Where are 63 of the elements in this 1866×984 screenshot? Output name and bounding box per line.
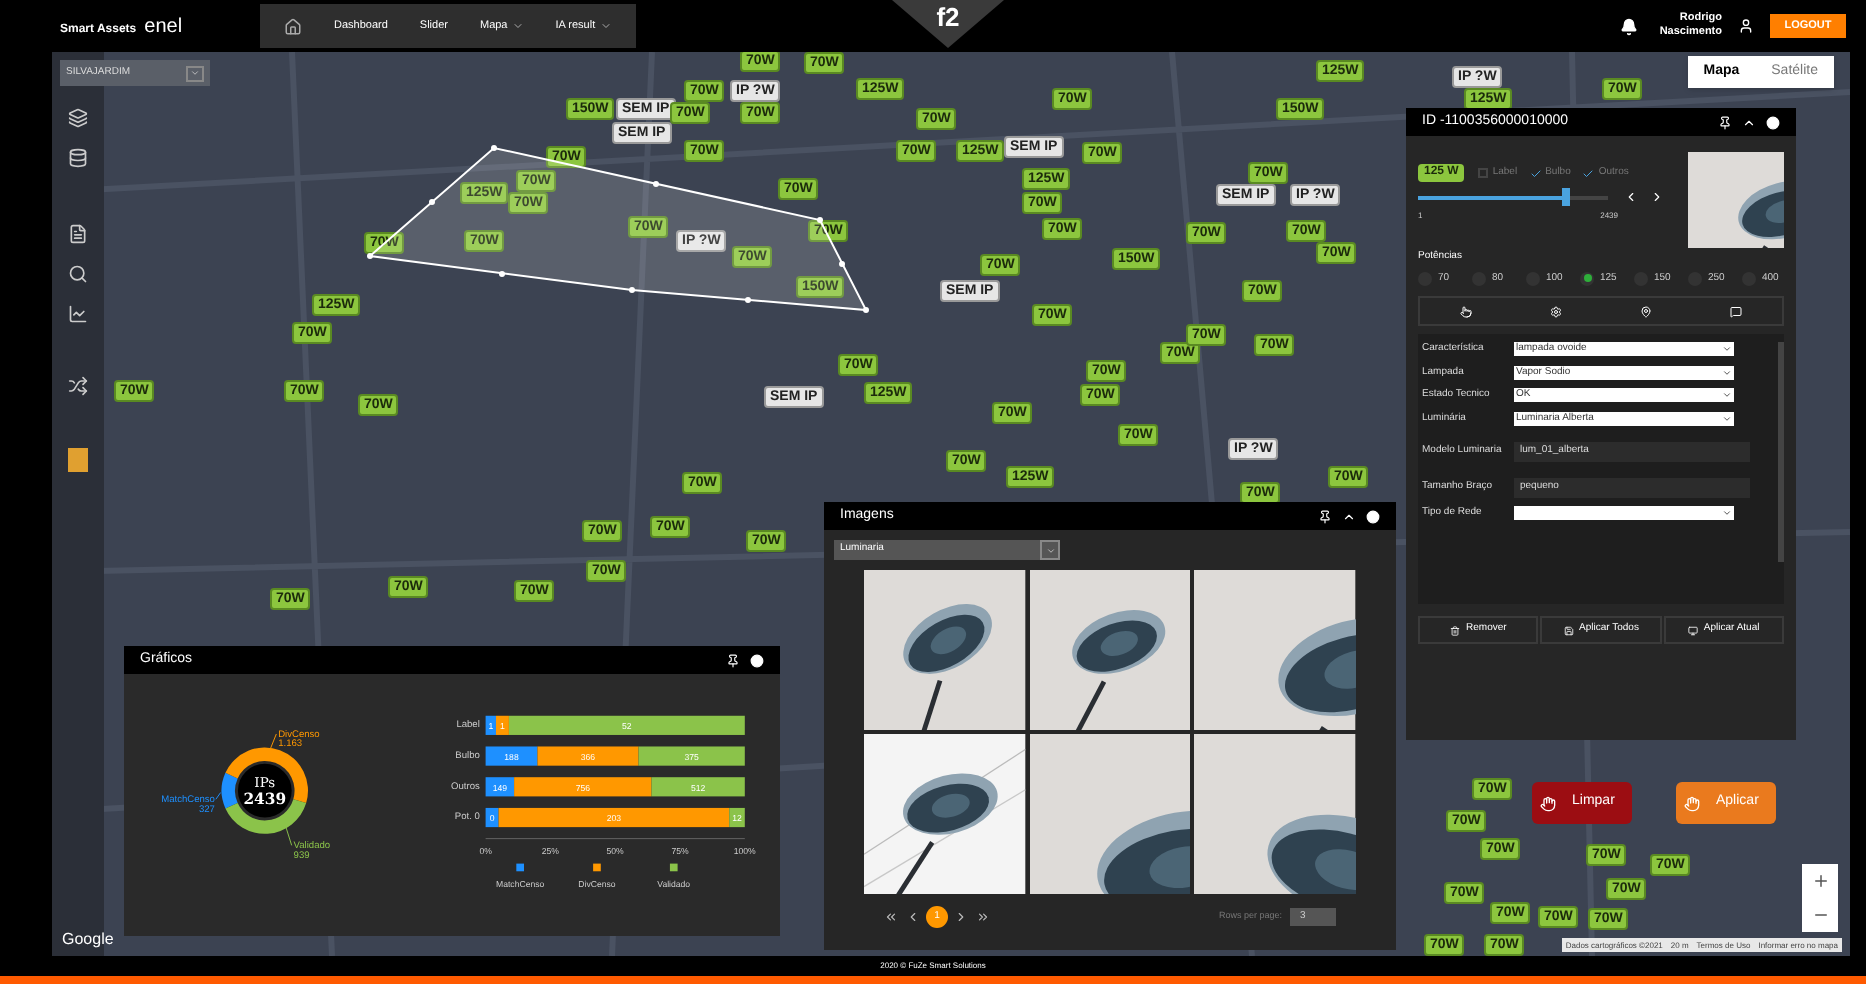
lamp-thumbnail-icon[interactable] bbox=[68, 448, 88, 472]
leader-line bbox=[270, 732, 277, 748]
caret-icon bbox=[1722, 344, 1732, 355]
layers-icon[interactable] bbox=[68, 108, 88, 128]
check-icon bbox=[1529, 167, 1542, 179]
location-pin-icon[interactable] bbox=[1640, 305, 1653, 317]
notification-icon[interactable] bbox=[1620, 17, 1638, 35]
pointer-icon[interactable] bbox=[1459, 305, 1472, 317]
caret-icon bbox=[1722, 508, 1732, 519]
previous-page-icon[interactable] bbox=[906, 910, 920, 924]
google-logo: Google bbox=[62, 928, 114, 952]
collapse-icon[interactable] bbox=[1342, 509, 1356, 523]
caret-icon bbox=[190, 68, 200, 78]
checkbox[interactable] bbox=[1582, 167, 1595, 179]
button-icon bbox=[1563, 625, 1574, 635]
donut-center bbox=[237, 762, 292, 817]
last-page-icon[interactable] bbox=[976, 910, 990, 924]
collapse-icon[interactable] bbox=[1742, 115, 1756, 129]
user-icon[interactable] bbox=[1738, 18, 1754, 34]
pin-icon[interactable] bbox=[1318, 509, 1332, 523]
next-page-icon[interactable] bbox=[954, 910, 968, 924]
legend-swatch bbox=[593, 862, 601, 871]
caret-icon bbox=[1045, 545, 1055, 555]
hand-icon bbox=[1540, 795, 1556, 811]
plus-icon bbox=[1811, 872, 1829, 890]
dropdown-toggle[interactable] bbox=[186, 65, 204, 81]
close-icon[interactable] bbox=[1366, 509, 1380, 523]
settings-icon[interactable] bbox=[1549, 305, 1562, 317]
chart-icon[interactable] bbox=[68, 304, 88, 324]
shuffle-icon[interactable] bbox=[68, 376, 88, 396]
select-field[interactable] bbox=[1514, 506, 1734, 521]
caret-icon bbox=[1722, 390, 1732, 401]
hand-icon bbox=[1684, 795, 1700, 811]
radio-button[interactable] bbox=[1580, 271, 1594, 286]
comment-icon[interactable] bbox=[1730, 305, 1743, 317]
caret-icon bbox=[1722, 413, 1732, 424]
document-icon[interactable] bbox=[68, 224, 88, 244]
first-page-icon[interactable] bbox=[884, 910, 898, 924]
check-icon bbox=[1582, 167, 1595, 179]
home-icon[interactable] bbox=[284, 17, 302, 35]
pin-icon[interactable] bbox=[1718, 115, 1732, 129]
map[interactable] bbox=[52, 52, 1850, 956]
selection-polygon-drawing[interactable] bbox=[362, 144, 872, 316]
database-icon[interactable] bbox=[68, 148, 88, 168]
button-icon bbox=[1450, 625, 1461, 635]
legend-swatch bbox=[669, 862, 678, 871]
pin-icon[interactable] bbox=[726, 653, 740, 667]
previous-icon[interactable] bbox=[1624, 190, 1638, 204]
brand-mark: enel bbox=[144, 13, 183, 41]
checkbox[interactable] bbox=[1476, 167, 1489, 179]
legend-swatch bbox=[516, 862, 524, 871]
leader-line bbox=[215, 791, 222, 799]
close-icon[interactable] bbox=[750, 653, 764, 667]
close-icon[interactable] bbox=[1766, 115, 1780, 129]
logo-text: f2 bbox=[936, 0, 960, 36]
next-icon[interactable] bbox=[1650, 190, 1664, 204]
checkbox[interactable] bbox=[1529, 167, 1542, 179]
search-icon[interactable] bbox=[68, 264, 88, 284]
leader-line bbox=[285, 825, 293, 845]
caret-icon bbox=[1722, 367, 1732, 378]
slider-thumb[interactable] bbox=[1562, 187, 1571, 205]
bar-segment bbox=[638, 745, 745, 765]
button-icon bbox=[1687, 625, 1698, 635]
